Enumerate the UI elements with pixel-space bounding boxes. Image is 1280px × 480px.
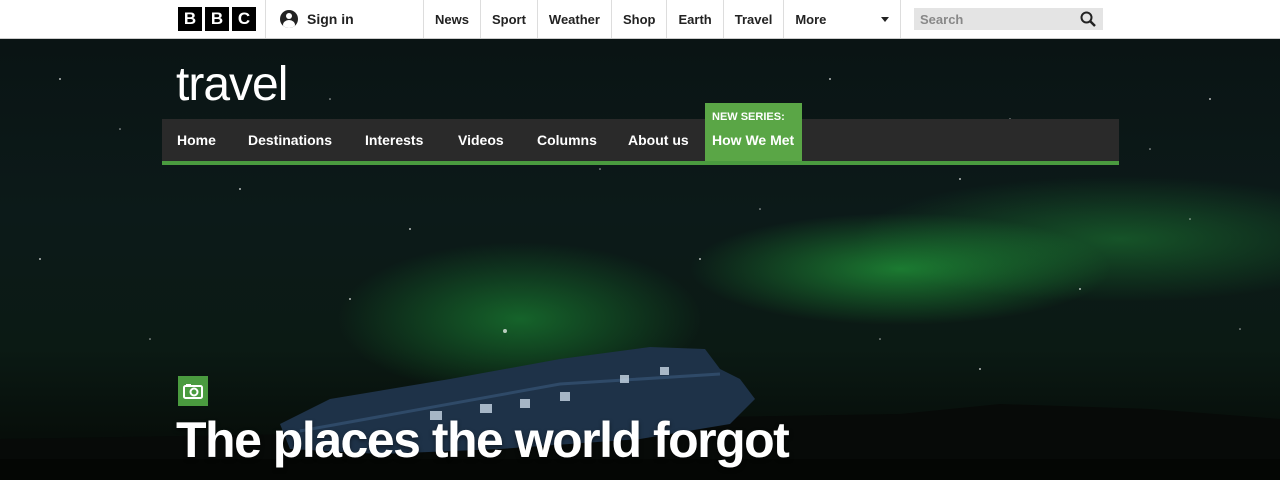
nav-sport[interactable]: Sport [479, 0, 537, 38]
gallery-badge [178, 376, 208, 406]
search-icon [1080, 11, 1096, 27]
bbc-top-bar: B B C Sign in News Sport Weather Shop Ea… [0, 0, 1280, 39]
travel-section-nav: Home Destinations Interests Videos Colum… [162, 103, 1119, 165]
travel-nav-destinations[interactable]: Destinations [248, 119, 332, 161]
travel-nav-videos[interactable]: Videos [458, 119, 504, 161]
divider [265, 0, 266, 38]
new-series-label: NEW SERIES: [712, 111, 785, 123]
bbc-logo-letter-b2: B [205, 7, 229, 31]
caret-down-icon [881, 16, 890, 22]
nav-travel[interactable]: Travel [722, 0, 784, 38]
travel-nav-about-us[interactable]: About us [628, 119, 689, 161]
nav-more-label: More [795, 11, 827, 27]
sign-in-label: Sign in [307, 11, 354, 27]
user-icon [280, 10, 298, 28]
nav-news[interactable]: News [423, 0, 480, 38]
travel-nav-columns[interactable]: Columns [537, 119, 597, 161]
travel-nav-interests[interactable]: Interests [365, 119, 423, 161]
bbc-logo-letter-c: C [232, 7, 256, 31]
travel-logo[interactable]: travel [176, 57, 288, 112]
nav-weather[interactable]: Weather [536, 0, 611, 38]
search-box [914, 8, 1103, 30]
nav-earth[interactable]: Earth [666, 0, 722, 38]
bbc-global-nav: News Sport Weather Shop Earth Travel Mor… [423, 0, 902, 38]
bbc-logo[interactable]: B B C [178, 7, 256, 31]
travel-nav-home[interactable]: Home [177, 119, 216, 161]
new-series-title: How We Met [712, 132, 795, 148]
hero-headline[interactable]: The places the world forgot [176, 411, 790, 469]
camera-icon [183, 384, 203, 399]
sign-in-link[interactable]: Sign in [280, 0, 354, 38]
nav-more[interactable]: More [783, 0, 902, 38]
hero-banner: travel Home Destinations Interests Video… [0, 39, 1280, 480]
bbc-logo-letter-b1: B [178, 7, 202, 31]
nav-shop[interactable]: Shop [610, 0, 667, 38]
search-button[interactable] [1074, 8, 1102, 30]
search-input[interactable] [914, 8, 1074, 30]
new-series-promo[interactable]: NEW SERIES: How We Met [705, 103, 802, 161]
